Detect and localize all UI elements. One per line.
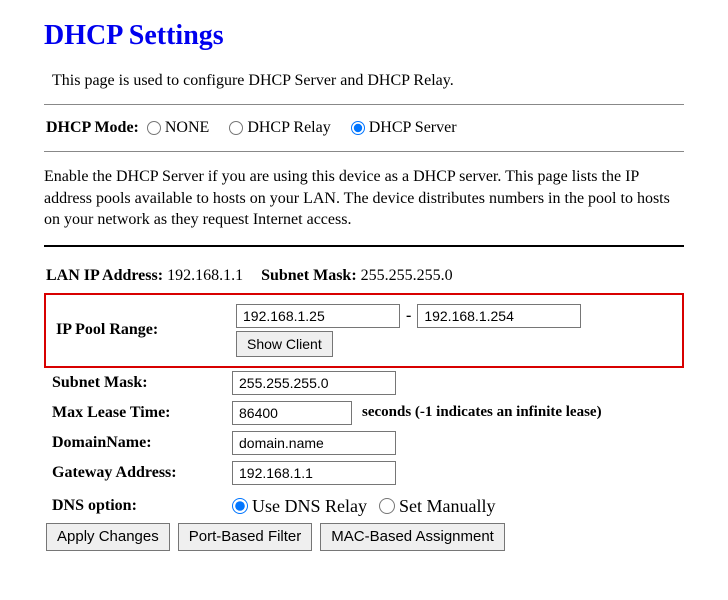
port-based-filter-button[interactable]: Port-Based Filter <box>178 523 313 551</box>
dns-manual-option[interactable]: Set Manually <box>379 496 496 517</box>
subnet-mask-row: Subnet Mask: <box>44 368 684 398</box>
mode-server-option[interactable]: DHCP Server <box>351 119 457 137</box>
lease-time-label: Max Lease Time: <box>44 404 232 422</box>
ip-pool-row: IP Pool Range: - Show Client <box>48 301 680 360</box>
action-button-row: Apply Changes Port-Based Filter MAC-Base… <box>44 523 684 551</box>
dhcp-mode-label: DHCP Mode: <box>46 119 139 137</box>
ip-pool-highlight-box: IP Pool Range: - Show Client <box>44 293 684 368</box>
mac-based-assignment-button[interactable]: MAC-Based Assignment <box>320 523 505 551</box>
dns-relay-option[interactable]: Use DNS Relay <box>232 496 367 517</box>
domain-name-row: DomainName: <box>44 428 684 458</box>
gateway-label: Gateway Address: <box>44 464 232 482</box>
lan-mask-label: Subnet Mask: <box>261 267 357 284</box>
show-client-button[interactable]: Show Client <box>236 331 333 357</box>
intro-text: This page is used to configure DHCP Serv… <box>44 72 684 90</box>
subnet-mask-label: Subnet Mask: <box>44 374 232 392</box>
dns-relay-label: Use DNS Relay <box>252 496 367 517</box>
mode-none-radio[interactable] <box>147 121 161 135</box>
ip-pool-end-input[interactable] <box>417 304 581 328</box>
lease-time-input[interactable] <box>232 401 352 425</box>
dhcp-mode-row: DHCP Mode: NONE DHCP Relay DHCP Server <box>44 119 684 137</box>
gateway-input[interactable] <box>232 461 396 485</box>
mode-relay-option[interactable]: DHCP Relay <box>229 119 330 137</box>
gateway-row: Gateway Address: <box>44 458 684 488</box>
lan-info-row: LAN IP Address: 192.168.1.1 Subnet Mask:… <box>44 257 684 291</box>
mode-server-label: DHCP Server <box>369 119 457 137</box>
divider <box>44 104 684 105</box>
mode-relay-radio[interactable] <box>229 121 243 135</box>
mode-relay-label: DHCP Relay <box>247 119 330 137</box>
dns-option-row: DNS option: Use DNS Relay Set Manually <box>44 488 684 523</box>
ip-pool-start-input[interactable] <box>236 304 400 328</box>
domain-name-input[interactable] <box>232 431 396 455</box>
page-title: DHCP Settings <box>44 20 684 52</box>
apply-changes-button[interactable]: Apply Changes <box>46 523 170 551</box>
lan-ip-label: LAN IP Address: <box>46 267 163 284</box>
dns-manual-radio[interactable] <box>379 498 395 514</box>
mode-none-label: NONE <box>165 119 209 137</box>
description-text: Enable the DHCP Server if you are using … <box>44 166 684 231</box>
lease-time-hint: seconds (-1 indicates an infinite lease) <box>362 404 602 421</box>
divider-thick <box>44 245 684 247</box>
lease-time-row: Max Lease Time: seconds (-1 indicates an… <box>44 398 684 428</box>
dns-manual-label: Set Manually <box>399 496 496 517</box>
lan-ip-value: 192.168.1.1 <box>167 267 243 284</box>
mode-none-option[interactable]: NONE <box>147 119 209 137</box>
domain-name-label: DomainName: <box>44 434 232 452</box>
subnet-mask-input[interactable] <box>232 371 396 395</box>
ip-pool-dash: - <box>406 307 411 325</box>
divider <box>44 151 684 152</box>
lan-mask-value: 255.255.255.0 <box>361 267 453 284</box>
ip-pool-label: IP Pool Range: <box>48 321 236 339</box>
dns-relay-radio[interactable] <box>232 498 248 514</box>
dns-option-label: DNS option: <box>44 497 232 515</box>
mode-server-radio[interactable] <box>351 121 365 135</box>
